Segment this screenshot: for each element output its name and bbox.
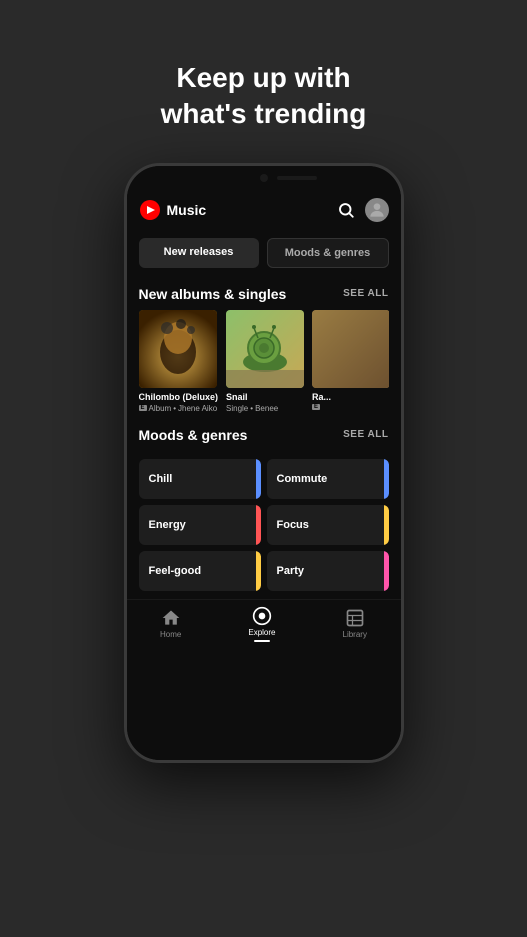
mood-energy-bar [256,505,261,545]
mood-party-label: Party [277,565,305,577]
mood-energy[interactable]: Energy [139,505,261,545]
bottom-nav: Home Explore Library [127,599,401,646]
album-label-ra: Ra... E [312,392,388,410]
album-name-chilombo: Chilombo (Deluxe) [139,392,219,403]
album-sub-ra: E [312,404,388,410]
moods-section: Moods & genres SEE ALL [127,417,401,455]
mood-feel-good[interactable]: Feel-good [139,551,261,591]
mood-focus[interactable]: Focus [267,505,389,545]
mood-commute[interactable]: Commute [267,459,389,499]
album-card-ra[interactable]: Ra... E [312,310,388,413]
new-albums-title: New albums & singles [139,286,287,302]
album-name-ra: Ra... [312,392,388,403]
mood-chill-bar [256,459,261,499]
nav-active-indicator [254,640,270,642]
nav-explore[interactable]: Explore [248,606,275,642]
app-logo: Music [139,199,207,221]
moods-title: Moods & genres [139,427,248,443]
albums-row: Chilombo (Deluxe) E Album • Jhene Aiko [139,310,389,413]
album-card-snail[interactable]: Snail Single • Benee [226,310,304,413]
explicit-badge: E [139,405,147,411]
phone-notch [127,166,401,190]
moods-grid: Chill Commute Energy Focus Feel-good [127,455,401,599]
search-icon[interactable] [337,201,355,219]
mood-focus-label: Focus [277,519,309,531]
app-screen: Music New releases Moods & genres [127,190,401,760]
moods-header: Moods & genres SEE ALL [139,427,389,443]
phone-camera [260,174,268,182]
mood-chill[interactable]: Chill [139,459,261,499]
mood-feel-good-label: Feel-good [149,565,202,577]
headline: Keep up with what's trending [161,60,367,133]
app-title: Music [167,202,207,218]
album-art-chilombo [139,310,217,388]
app-header: Music [127,190,401,230]
moods-see-all[interactable]: SEE ALL [343,429,388,440]
mood-focus-bar [384,505,389,545]
nav-explore-label: Explore [248,628,275,637]
yt-music-icon [139,199,161,221]
header-icons [337,198,389,222]
new-albums-see-all[interactable]: SEE ALL [343,288,388,299]
tab-buttons: New releases Moods & genres [127,230,401,276]
phone-device: Music New releases Moods & genres [124,163,404,763]
new-albums-header: New albums & singles SEE ALL [139,286,389,302]
tab-moods-genres[interactable]: Moods & genres [267,238,389,268]
nav-home[interactable]: Home [160,608,181,639]
explore-icon [252,606,272,626]
album-label-snail: Snail Single • Benee [226,392,304,413]
phone-speaker [277,176,317,180]
headline-line1: Keep up with [176,62,350,93]
explicit-badge-ra: E [312,404,320,410]
nav-home-label: Home [160,630,181,639]
mood-commute-bar [384,459,389,499]
nav-library-label: Library [343,630,367,639]
mood-party[interactable]: Party [267,551,389,591]
mood-feel-good-bar [256,551,261,591]
library-icon [345,608,365,628]
mood-commute-label: Commute [277,473,328,485]
user-avatar[interactable] [365,198,389,222]
tab-new-releases[interactable]: New releases [139,238,259,268]
headline-line2: what's trending [161,98,367,129]
mood-party-bar [384,551,389,591]
nav-library[interactable]: Library [343,608,367,639]
album-label-chilombo: Chilombo (Deluxe) E Album • Jhene Aiko [139,392,219,413]
mood-energy-label: Energy [149,519,186,531]
album-sub-snail: Single • Benee [226,404,304,413]
new-albums-section: New albums & singles SEE ALL [127,276,401,417]
home-icon [161,608,181,628]
album-name-snail: Snail [226,392,304,403]
mood-chill-label: Chill [149,473,173,485]
album-art-snail [226,310,304,388]
album-art-ra [312,310,388,388]
album-card-chilombo[interactable]: Chilombo (Deluxe) E Album • Jhene Aiko [139,310,219,413]
album-sub-chilombo: E Album • Jhene Aiko [139,404,219,413]
